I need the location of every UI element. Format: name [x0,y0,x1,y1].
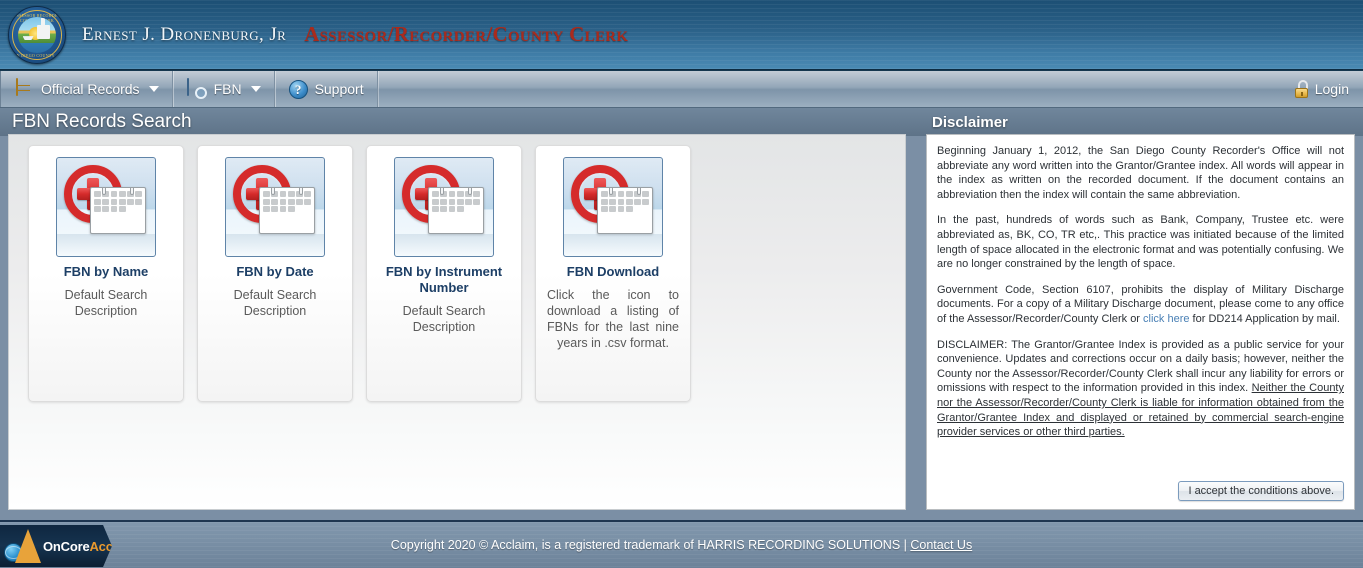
login-button[interactable]: Login [1284,71,1363,107]
search-card-description: Default Search Description [64,288,148,318]
search-card-title: FBN by Date [236,264,314,279]
nav-item-official-records[interactable]: Official Records [0,71,173,107]
copyright-notice: Copyright 2020 © Acclaim, is a registere… [0,538,1363,552]
chevron-down-icon [250,86,261,92]
accept-row: I accept the conditions above. [937,475,1344,501]
search-card-description: Default Search Description [402,304,486,334]
official-name: Ernest J. Dronenburg, Jr [82,23,287,45]
help-circle-icon: ? [288,79,308,99]
calendar-plus-icon[interactable] [225,157,325,257]
nav-item-fbn-label: FBN [213,81,242,97]
nav-item-official-records-label: Official Records [41,81,140,97]
accept-conditions-button[interactable]: I accept the conditions above. [1178,481,1344,501]
county-seal-logo: ASSESSOR RECORDER COUNTY CLERK SAN DIEGO… [4,4,70,66]
search-card-fbn-by-date[interactable]: FBN by Date Default Search Description [197,145,353,402]
file-cabinet-icon [14,78,34,99]
brand-letter-a-icon [15,529,41,563]
disclaimer-paragraph-3-text-after: for DD214 Application by mail. [1189,312,1340,325]
search-card-list: FBN by Name Default Search Description F… [9,135,905,402]
office-role-title: Assessor/Recorder/County Clerk [304,22,629,46]
oncore-acclaim-logo: OnCoreAcclaim [0,525,112,567]
contact-us-link[interactable]: Contact Us [910,538,972,552]
disclaimer-text-area: Beginning January 1, 2012, the San Diego… [937,144,1344,475]
copyright-text: Copyright 2020 © Acclaim, is a registere… [390,538,911,552]
search-card-fbn-by-instrument-number[interactable]: FBN by Instrument Number Default Search … [366,145,522,402]
page-title: FBN Records Search [12,111,192,132]
site-footer: OnCoreAcclaim Copyright 2020 © Acclaim, … [0,520,1363,568]
search-card-title: FBN by Name [63,264,149,279]
fbn-search-icon [186,78,207,99]
nav-item-support[interactable]: ? Support [274,71,378,107]
disclaimer-panel-body: Beginning January 1, 2012, the San Diego… [926,134,1355,510]
search-card-title: FBN by Instrument Number [385,264,503,295]
padlock-icon [1294,80,1309,98]
nav-item-fbn[interactable]: FBN [172,71,275,107]
search-card-fbn-download[interactable]: FBN Download Click the icon to download … [535,145,691,402]
search-card-description: Default Search Description [233,288,317,318]
disclaimer-title: Disclaimer [932,113,1008,131]
chevron-down-icon [148,86,159,92]
disclaimer-panel: Disclaimer Beginning January 1, 2012, th… [920,108,1363,520]
seal-building-icon [36,18,50,40]
brand-primary-text: OnCore [43,538,90,554]
disclaimer-paragraph-1: Beginning January 1, 2012, the San Diego… [937,145,1344,201]
calendar-plus-icon[interactable] [56,157,156,257]
search-card-title: FBN Download [566,264,660,279]
search-panel-body: FBN by Name Default Search Description F… [8,134,906,510]
main-navigation-bar: Official Records FBN ? Support Login [0,70,1363,108]
disclaimer-panel-header: Disclaimer [920,108,1363,136]
seal-text-bottom: SAN DIEGO COUNTY, CA [10,52,64,58]
search-panel: FBN Records Search FBN by Name Default S… [0,108,920,520]
calendar-plus-icon[interactable] [563,157,663,257]
nav-spacer [377,71,1284,107]
site-header: ASSESSOR RECORDER COUNTY CLERK SAN DIEGO… [0,0,1363,70]
search-card-fbn-by-name[interactable]: FBN by Name Default Search Description [28,145,184,402]
nav-item-support-label: Support [314,81,364,97]
search-card-description: Click the icon to download a listing of … [547,288,679,350]
disclaimer-paragraph-4: DISCLAIMER: The Grantor/Grantee Index is… [937,338,1344,440]
login-label: Login [1314,81,1349,97]
page-content: FBN Records Search FBN by Name Default S… [0,108,1363,520]
disclaimer-paragraph-2: In the past, hundreds of words such as B… [937,214,1344,271]
calendar-plus-icon[interactable] [394,157,494,257]
search-panel-header: FBN Records Search [0,108,920,136]
dd214-click-here-link[interactable]: click here [1143,313,1189,325]
disclaimer-paragraph-3: Government Code, Section 6107, prohibits… [937,283,1344,327]
